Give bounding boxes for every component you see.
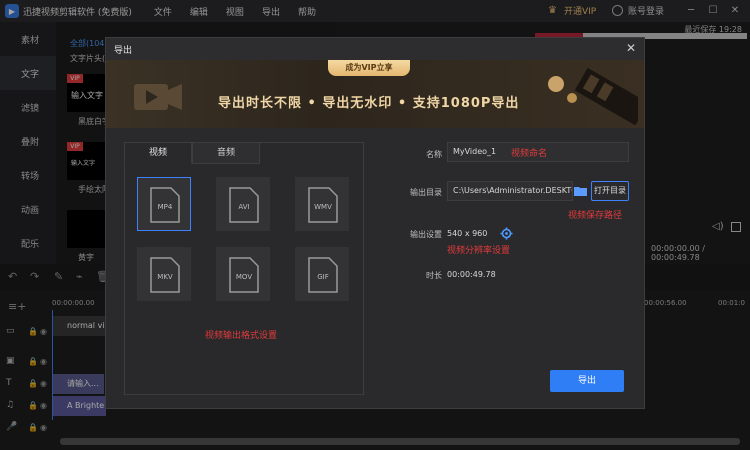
settings-annotation: 视频分辨率设置 xyxy=(447,246,511,256)
name-label: 名称 xyxy=(426,150,442,159)
output-dir-label: 输出目录 xyxy=(410,188,442,197)
open-directory-button[interactable]: 打开目录 xyxy=(591,181,629,201)
output-dir-input[interactable]: C:\Users\Administrator.DESKTOP- xyxy=(447,181,573,201)
format-avi[interactable]: AVI xyxy=(216,177,270,231)
format-mkv[interactable]: MKV xyxy=(137,247,191,301)
format-mp4[interactable]: MP4 xyxy=(137,177,191,231)
gear-icon[interactable] xyxy=(500,227,513,240)
format-annotation: 视频输出格式设置 xyxy=(205,331,278,341)
format-label: MKV xyxy=(157,273,173,281)
duration-value: 00:00:49.78 xyxy=(447,270,496,279)
camera-icon xyxy=(134,84,182,110)
export-button[interactable]: 导出 xyxy=(550,370,624,392)
vip-banner[interactable]: 成为VIP立享 导出时长不限 • 导出无水印 • 支持1080P导出 xyxy=(106,60,644,128)
name-annotation: 视频命名 xyxy=(511,149,548,159)
close-icon[interactable]: ✕ xyxy=(626,41,636,55)
film-reel-icon xyxy=(548,67,638,126)
format-wmv[interactable]: WMV xyxy=(295,177,349,231)
dialog-header: 导出 ✕ xyxy=(106,38,644,60)
app-window: ▶ 迅捷视频剪辑软件 (免费版) 文件 编辑 视图 导出 帮助 ♛ 开通VIP … xyxy=(0,0,750,450)
format-panel: 视频 音频 MP4 AVI WMV MKV MOV GIF 视频输出格式设置 xyxy=(124,142,364,395)
output-dir-annotation: 视频保存路径 xyxy=(568,211,623,221)
settings-label: 输出设置 xyxy=(410,230,442,239)
format-label: WMV xyxy=(314,203,332,211)
tab-audio[interactable]: 音频 xyxy=(192,142,260,164)
dialog-title: 导出 xyxy=(114,46,133,56)
duration-label: 时长 xyxy=(426,271,442,280)
resolution-value: 540 x 960 xyxy=(447,229,488,238)
format-gif[interactable]: GIF xyxy=(295,247,349,301)
vip-badge: 成为VIP立享 xyxy=(328,60,410,76)
format-label: GIF xyxy=(317,273,329,281)
format-label: MP4 xyxy=(157,203,173,211)
tab-video[interactable]: 视频 xyxy=(124,142,192,164)
banner-text: 导出时长不限 • 导出无水印 • 支持1080P导出 xyxy=(218,96,520,111)
format-label: MOV xyxy=(235,273,253,281)
folder-icon[interactable] xyxy=(574,186,587,196)
format-mov[interactable]: MOV xyxy=(216,247,270,301)
export-dialog: 导出 ✕ 成为VIP立享 导出时长不限 • 导出无水印 • 支持1080P导出 … xyxy=(105,37,645,409)
format-label: AVI xyxy=(238,203,250,211)
